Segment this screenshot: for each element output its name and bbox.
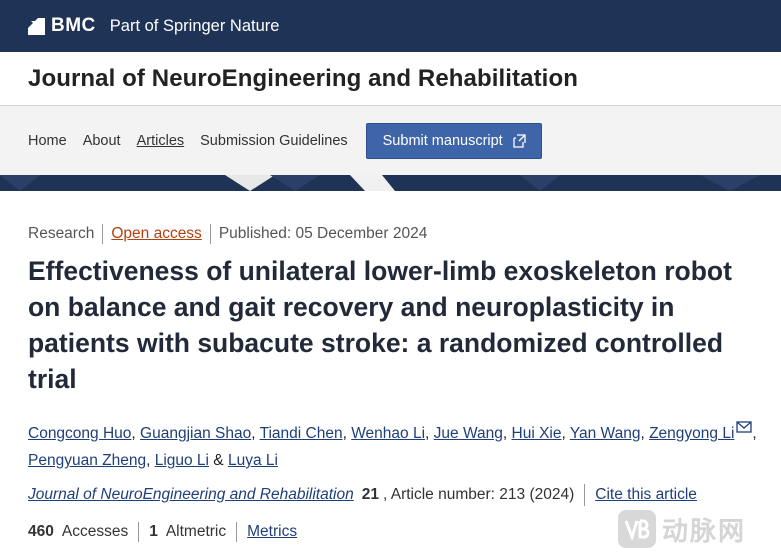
citation-volume: 21 (361, 486, 379, 503)
author-link[interactable]: Hui Xie (512, 425, 562, 442)
nav-home[interactable]: Home (28, 133, 67, 149)
author-link[interactable]: Pengyuan Zheng (28, 452, 146, 469)
citation-line: Journal of NeuroEngineering and Rehabili… (28, 484, 697, 506)
divider (584, 484, 586, 506)
altmetric-count: 1 (149, 523, 158, 540)
author-link[interactable]: Yan Wang (570, 425, 641, 442)
article-metrics: 460 Accesses 1 Altmetric Metrics (28, 522, 297, 542)
springer-nature-tagline[interactable]: Part of Springer Nature (110, 17, 280, 36)
author-link[interactable]: Wenhao Li (351, 425, 425, 442)
bmc-logo-icon (28, 17, 45, 35)
divider (138, 522, 140, 542)
watermark-text: 动脉网 (662, 516, 747, 547)
journal-title[interactable]: Journal of NeuroEngineering and Rehabili… (28, 65, 578, 93)
watermark: 动脉网 (618, 510, 746, 548)
metrics-link[interactable]: Metrics (247, 523, 297, 541)
author-link[interactable]: Tiandi Chen (260, 425, 343, 442)
accesses-label: Accesses (61, 523, 129, 540)
open-access-link[interactable]: Open access (111, 225, 201, 243)
author-list: Congcong Huo, Guangjian Shao, Tiandi Che… (28, 415, 773, 474)
journal-nav: Home About Articles Submission Guideline… (0, 106, 781, 175)
divider (236, 522, 238, 542)
nav-submission-guidelines[interactable]: Submission Guidelines (200, 133, 348, 149)
nav-articles[interactable]: Articles (137, 133, 185, 149)
author-link[interactable]: Guangjian Shao (140, 425, 251, 442)
nav-about[interactable]: About (83, 133, 121, 149)
bmc-logo[interactable]: BMC (28, 15, 96, 37)
email-icon[interactable] (736, 415, 753, 433)
divider (102, 224, 104, 244)
cite-this-article-link[interactable]: Cite this article (595, 486, 697, 504)
accesses-count: 460 (28, 523, 54, 540)
published-date: Published: 05 December 2024 (218, 225, 428, 242)
journal-header: Journal of NeuroEngineering and Rehabili… (0, 52, 781, 106)
author-link[interactable]: Zengyong Li (649, 425, 734, 442)
author-link[interactable]: Liguo Li (155, 452, 209, 469)
article-title: Effectiveness of unilateral lower-limb e… (28, 256, 732, 394)
article-meta: Research Open access Published: 05 Decem… (28, 224, 427, 244)
external-link-icon (511, 133, 527, 149)
submit-manuscript-button[interactable]: Submit manuscript (365, 122, 542, 159)
decorative-pattern (0, 175, 781, 191)
altmetric-label: Altmetric (165, 523, 227, 540)
article-type: Research (28, 225, 95, 242)
author-link[interactable]: Luya Li (228, 452, 278, 469)
citation-journal-link[interactable]: Journal of NeuroEngineering and Rehabili… (28, 486, 354, 504)
bmc-logo-text: BMC (51, 15, 96, 36)
author-link[interactable]: Congcong Huo (28, 425, 131, 442)
citation-details: , Article number: 213 (2024) (382, 486, 575, 503)
submit-manuscript-label: Submit manuscript (382, 132, 503, 149)
divider (209, 224, 211, 244)
author-link[interactable]: Jue Wang (434, 425, 503, 442)
watermark-logo-icon (618, 510, 656, 548)
brand-bar: BMC Part of Springer Nature (0, 0, 781, 52)
